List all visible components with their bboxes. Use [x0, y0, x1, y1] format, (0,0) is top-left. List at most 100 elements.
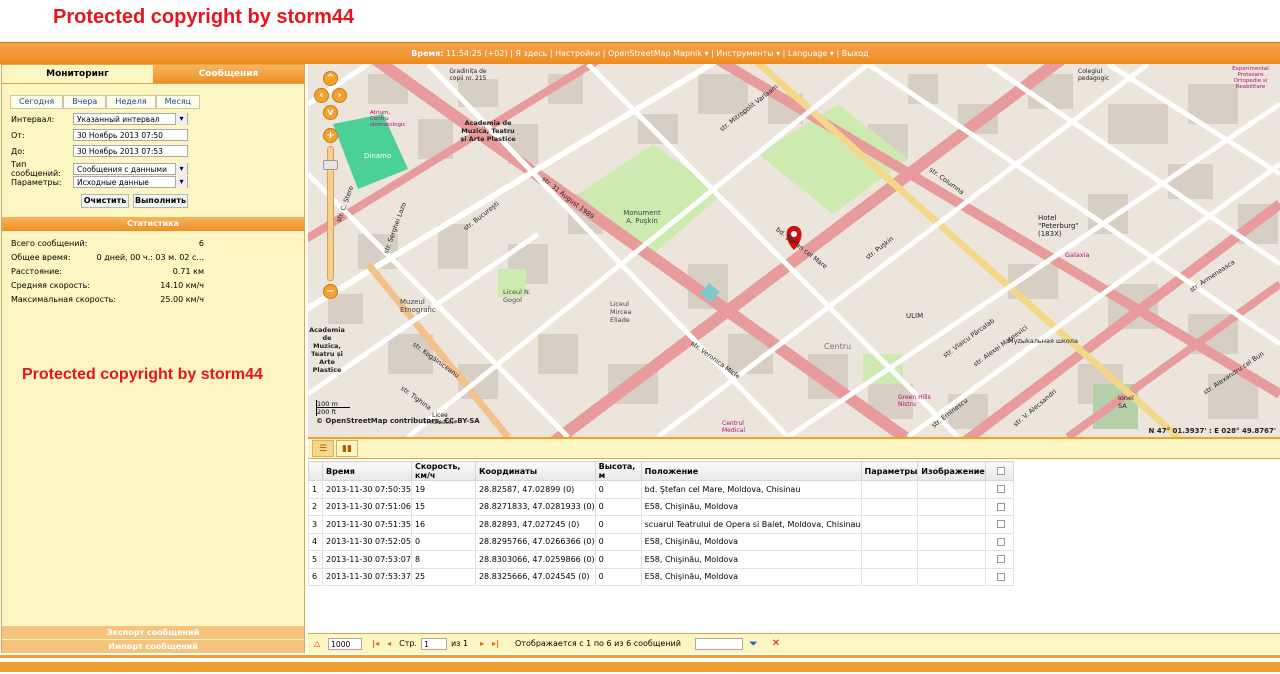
to-date-field[interactable]: 30 Ноябрь 2013 07:53	[73, 145, 188, 157]
menu-tools[interactable]: Инструменты ▾	[716, 49, 780, 58]
row-checkbox[interactable]	[996, 555, 1005, 564]
prev-page-icon[interactable]: ◂	[387, 639, 391, 648]
table-view-icon[interactable]: ☰	[312, 440, 334, 457]
col-coords[interactable]: Координаты	[474, 461, 596, 481]
col-location[interactable]: Положение	[640, 461, 862, 481]
map-coordinates: N 47° 01.3937' : E 028° 49.8767'	[1148, 427, 1276, 435]
row-checkbox[interactable]	[996, 520, 1005, 529]
stat-value: 25.00 км/ч	[160, 295, 204, 304]
col-speed[interactable]: Скорость, км/ч	[410, 461, 476, 481]
clear-button[interactable]: Очистить	[81, 194, 129, 208]
table-cell: 0	[594, 550, 642, 569]
last-page-icon[interactable]: ▸|	[492, 639, 499, 648]
watermark-top: Protected copyright by storm44	[53, 6, 355, 28]
menu-language[interactable]: Language ▾	[788, 49, 834, 58]
clear-filter-icon[interactable]: ✕	[772, 638, 780, 649]
table-cell: 28.8303066, 47.0259866 (0)	[474, 550, 596, 569]
table-cell: E58, Chişinău, Moldova	[640, 497, 862, 516]
from-date-field[interactable]: 30 Ноябрь 2013 07:50	[73, 129, 188, 141]
separator: |	[510, 49, 513, 58]
scale-imperial: 200 ft	[316, 408, 350, 416]
page-size-select[interactable]: 1000	[328, 637, 363, 650]
tab-monitoring[interactable]: Мониторинг	[2, 65, 153, 84]
zoom-out-icon[interactable]: −	[323, 284, 338, 299]
pan-left-icon[interactable]: ‹	[314, 88, 329, 103]
messages-table: Время Скорость, км/ч Координаты Высота, …	[308, 461, 1014, 586]
statistics-header: Статистика	[2, 217, 304, 231]
table-row[interactable]: 1 2013-11-30 07:50:35 19 28.82587, 47.02899…	[308, 480, 1014, 499]
map-label: Atrium, Centru stomatologic	[370, 110, 406, 128]
zoom-in-icon[interactable]: +	[323, 128, 338, 143]
parameters-select[interactable]: Исходные данные	[73, 176, 188, 188]
map-label: Hotel "Peterburg" (183X)	[1038, 214, 1079, 238]
table-cell: 0	[594, 480, 642, 499]
export-messages-button[interactable]: Экспорт сообщений	[2, 626, 304, 639]
menu-settings[interactable]: Настройки	[555, 49, 600, 58]
month-button[interactable]: Месяц	[155, 95, 201, 109]
map-label: ULIM	[906, 312, 924, 320]
stat-value: 0.71 км	[172, 267, 204, 276]
row-checkbox[interactable]	[996, 537, 1005, 546]
col-image[interactable]: Изображение	[917, 461, 986, 481]
next-page-icon[interactable]: ▸	[480, 639, 484, 648]
filter-icon[interactable]: ⏷	[749, 637, 758, 651]
table-cell: 6	[308, 567, 323, 586]
tab-messages[interactable]: Сообщения	[153, 65, 304, 84]
table-row[interactable]: 4 2013-11-30 07:52:05 0 28.8295766, 47.0266…	[308, 532, 1014, 551]
row-checkbox[interactable]	[996, 485, 1005, 494]
table-cell	[860, 515, 919, 534]
menu-logout[interactable]: Выход	[842, 49, 869, 58]
stat-label: Общее время:	[11, 253, 71, 262]
table-cell: 15	[410, 497, 476, 516]
menu-i-am-here[interactable]: Я здесь	[515, 49, 547, 58]
table-row[interactable]: 3 2013-11-30 07:51:35 16 28.82893, 47.02724…	[308, 515, 1014, 534]
menu-map-layer[interactable]: OpenStreetMap Mapnik ▾	[608, 49, 708, 58]
table-row[interactable]: 6 2013-11-30 07:53:37 25 28.8325666, 47.024…	[308, 567, 1014, 586]
table-cell	[860, 532, 919, 551]
period-buttons: Сегодня Вчера Неделя Месяц	[10, 95, 201, 109]
map-label: Liceul Mircea Eliade	[610, 300, 632, 324]
interval-select[interactable]: Указанный интервал	[73, 113, 188, 125]
first-page-icon[interactable]: |◂	[372, 639, 379, 648]
table-cell: 4	[308, 532, 323, 551]
yesterday-button[interactable]: Вчера	[63, 95, 107, 109]
table-cell	[917, 550, 986, 569]
chart-view-icon[interactable]: ▮▮	[336, 440, 358, 457]
stat-value: 0 дней, 00 ч.: 03 м. 02 с...	[96, 253, 204, 262]
pan-up-icon[interactable]: ^	[323, 71, 338, 86]
table-cell: 1	[308, 480, 323, 499]
message-type-select[interactable]: Сообщения с данными	[73, 163, 188, 175]
table-cell: E58, Chişinău, Moldova	[640, 550, 862, 569]
pan-right-icon[interactable]: ›	[332, 88, 347, 103]
week-button[interactable]: Неделя	[106, 95, 156, 109]
stat-label: Всего сообщений:	[11, 239, 88, 248]
col-altitude[interactable]: Высота, м	[594, 461, 642, 481]
table-row[interactable]: 5 2013-11-30 07:53:07 8 28.8303066, 47.0259…	[308, 550, 1014, 569]
pan-down-icon[interactable]: v	[323, 105, 338, 120]
page-number-input[interactable]: 1	[420, 637, 447, 650]
col-select[interactable]	[984, 461, 1014, 481]
filter-input[interactable]	[694, 637, 743, 650]
interval-row: Интервал: Указанный интервал	[11, 113, 191, 125]
map-label: Ionel SA	[1118, 394, 1134, 410]
table-cell: 2013-11-30 07:51:35	[322, 515, 412, 534]
stat-label: Расстояние:	[11, 267, 62, 276]
run-button[interactable]: Выполнить	[133, 194, 188, 208]
stat-row: Максимальная скорость: 25.00 км/ч	[11, 295, 204, 304]
map-view[interactable]: Dinamo Monument A. Puşkin Academia de Mu…	[308, 64, 1280, 437]
warning-icon[interactable]: △	[314, 639, 320, 648]
row-checkbox[interactable]	[996, 502, 1005, 511]
stat-label: Средняя скорость:	[11, 281, 91, 290]
stat-row: Всего сообщений: 6	[11, 239, 204, 248]
col-time[interactable]: Время	[322, 461, 412, 481]
today-button[interactable]: Сегодня	[10, 95, 64, 109]
table-cell: 3	[308, 515, 323, 534]
table-row[interactable]: 2 2013-11-30 07:51:06 15 28.8271833, 47.028…	[308, 497, 1014, 516]
zoom-slider-handle[interactable]	[323, 160, 338, 170]
col-params[interactable]: Параметры	[860, 461, 919, 481]
table-cell: 2013-11-30 07:53:37	[322, 567, 412, 586]
import-messages-button[interactable]: Импорт сообщений	[2, 640, 304, 653]
row-checkbox[interactable]	[996, 572, 1005, 581]
select-all-checkbox[interactable]	[996, 467, 1005, 475]
table-cell: 0	[594, 567, 642, 586]
